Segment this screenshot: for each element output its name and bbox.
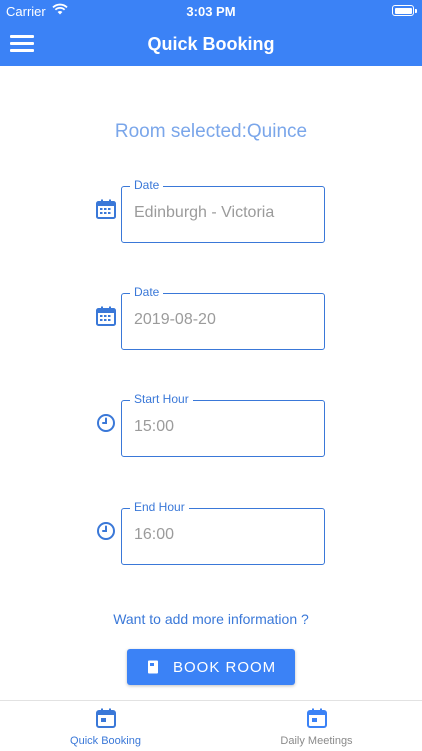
tab-quick-booking-label: Quick Booking bbox=[70, 735, 141, 747]
location-field-value: Edinburgh - Victoria bbox=[134, 204, 275, 221]
start-hour-field[interactable]: Start Hour 15:00 bbox=[121, 392, 325, 457]
start-hour-field-value: 15:00 bbox=[134, 418, 175, 435]
calendar-icon bbox=[96, 199, 116, 219]
date-field-label: Date bbox=[130, 285, 164, 299]
date-field[interactable]: Date 2019-08-20 bbox=[121, 285, 325, 350]
clock-icon bbox=[97, 522, 115, 540]
location-field-row: Date Edinburgh - Victoria bbox=[95, 178, 327, 243]
tab-daily-meetings[interactable]: Daily Meetings bbox=[211, 701, 422, 751]
tab-daily-meetings-label: Daily Meetings bbox=[280, 735, 353, 747]
app-bar: Quick Booking bbox=[0, 22, 422, 66]
calendar-icon bbox=[96, 306, 116, 326]
battery-icon bbox=[392, 5, 417, 16]
tab-quick-booking[interactable]: Quick Booking bbox=[0, 701, 211, 751]
book-icon bbox=[148, 660, 158, 674]
page-title: Quick Booking bbox=[147, 34, 275, 54]
end-hour-field-value: 16:00 bbox=[134, 526, 175, 543]
end-hour-field[interactable]: End Hour 16:00 bbox=[121, 500, 325, 565]
date-field-row: Date 2019-08-20 bbox=[95, 285, 327, 350]
calendar-icon bbox=[96, 708, 116, 728]
date-field-value: 2019-08-20 bbox=[134, 311, 216, 328]
status-bar: Carrier 3:03 PM bbox=[0, 0, 422, 22]
book-room-button-label: BOOK ROOM bbox=[173, 659, 277, 676]
clock-icon bbox=[97, 414, 115, 432]
clock-time: 3:03 PM bbox=[186, 4, 236, 19]
more-information-link[interactable]: Want to add more information ? bbox=[0, 611, 422, 627]
room-selected-text: Room selected:Quince bbox=[114, 121, 308, 142]
calendar-icon bbox=[307, 708, 327, 728]
location-field[interactable]: Date Edinburgh - Victoria bbox=[121, 178, 325, 243]
end-hour-field-label: End Hour bbox=[130, 500, 189, 514]
start-hour-field-label: Start Hour bbox=[130, 392, 193, 406]
tab-bar: Quick Booking Daily Meetings bbox=[0, 700, 422, 750]
hamburger-menu-icon[interactable] bbox=[10, 32, 34, 56]
start-hour-field-row: Start Hour 15:00 bbox=[95, 392, 327, 457]
location-field-label: Date bbox=[130, 178, 164, 192]
end-hour-field-row: End Hour 16:00 bbox=[95, 500, 327, 565]
book-room-button[interactable]: BOOK ROOM bbox=[127, 649, 295, 685]
